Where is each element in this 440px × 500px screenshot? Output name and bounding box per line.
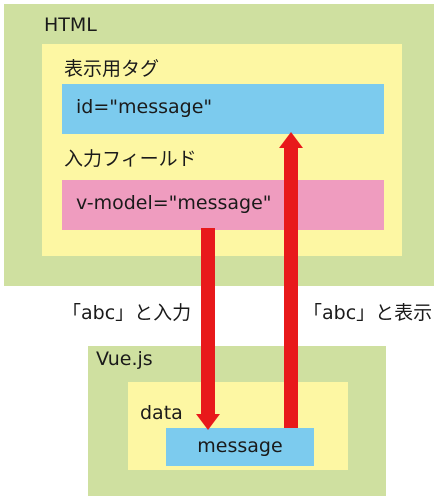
- display-arrow-head: [279, 132, 303, 148]
- display-arrow-shaft: [284, 148, 298, 428]
- input-arrow-shaft: [201, 228, 215, 414]
- input-to-data-arrow: [196, 228, 220, 430]
- input-arrow-head: [196, 414, 220, 430]
- data-to-display-arrow: [279, 132, 303, 428]
- data-flow-arrows: [196, 132, 303, 430]
